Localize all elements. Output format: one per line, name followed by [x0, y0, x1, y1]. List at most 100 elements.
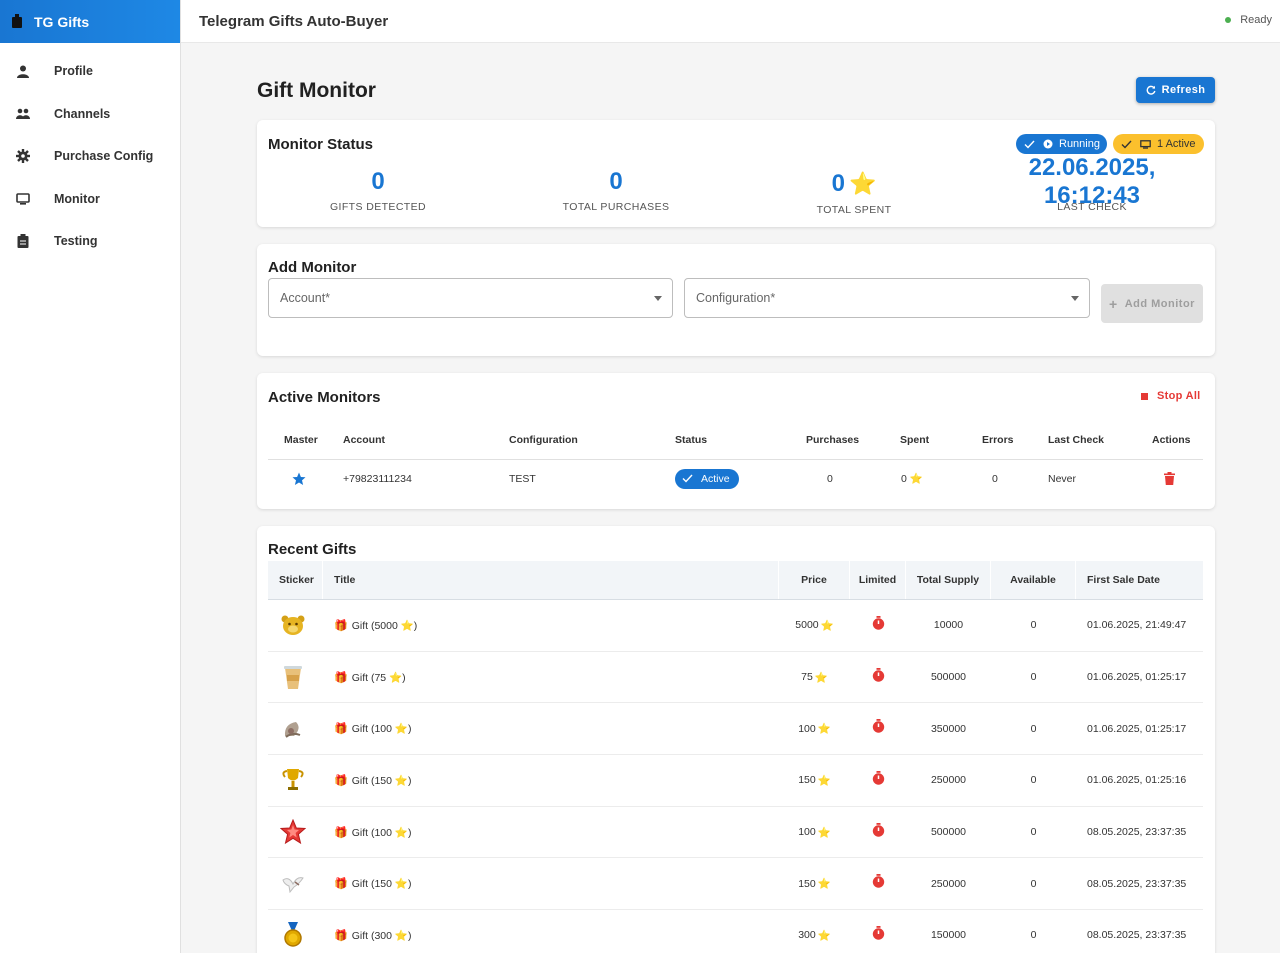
spent-value: 0: [901, 472, 907, 485]
gift-first-sale-date: 08.05.2025, 23:37:35: [1087, 877, 1187, 890]
sidebar-item-purchase-config[interactable]: Purchase Config: [0, 135, 180, 178]
column-header[interactable]: Price: [779, 561, 850, 599]
gift-price: 5000: [795, 619, 819, 632]
sidebar-item-label: Monitor: [54, 191, 100, 206]
play-circle-icon: [1043, 139, 1053, 149]
table-row[interactable]: 🎁 Gift (75 ⭐) 75 ⭐ 500000 0 01.06.2025, 01:25:…: [268, 652, 1203, 704]
gift-title: Gift (100 ⭐): [351, 826, 412, 839]
sidebar-item-channels[interactable]: Channels: [0, 93, 180, 136]
add-monitor-card: Add Monitor Account* Configuration* + Ad…: [257, 244, 1215, 356]
table-row[interactable]: 🎁 Gift (100 ⭐) 100 ⭐ 350000 0 01.06.2025, 01:2…: [268, 703, 1203, 756]
gift-icon: 🎁: [334, 929, 348, 942]
recent-gifts-card: Recent Gifts Sticker Title Price Limited…: [257, 526, 1215, 953]
table-row[interactable]: 🎁 Gift (100 ⭐) 100 ⭐ 500000 0 08.05.2025, 23:3…: [268, 807, 1203, 859]
sidebar-item-label: Profile: [54, 64, 93, 79]
star-icon: ⭐: [817, 723, 831, 736]
dropdown-caret-icon: [654, 296, 662, 301]
refresh-label: Refresh: [1161, 84, 1206, 96]
table-header: Master Account Configuration Status Purc…: [268, 420, 1203, 460]
check-icon: [1024, 140, 1035, 149]
refresh-button[interactable]: Refresh: [1136, 77, 1215, 103]
page-title: Gift Monitor: [257, 79, 376, 102]
gift-icon: 🎁: [334, 826, 348, 839]
gift-price: 100: [798, 722, 816, 735]
trophy-sticker-icon: [280, 767, 306, 793]
configuration-select[interactable]: Configuration*: [684, 278, 1090, 318]
account-select[interactable]: Account*: [268, 278, 673, 318]
gift-title: Gift (150 ⭐): [351, 774, 412, 787]
column-header[interactable]: Spent: [900, 420, 929, 459]
total-spent-value: 0: [831, 169, 845, 197]
gift-available: 0: [1030, 826, 1037, 839]
star-icon: ⭐: [820, 619, 834, 632]
star-icon: ⭐: [817, 774, 831, 787]
column-header[interactable]: Limited: [850, 561, 906, 599]
monitor-icon: [16, 192, 30, 206]
errors-cell: 0: [992, 472, 998, 485]
table-row[interactable]: 🎁 Gift (300 ⭐) 300 ⭐ 150000 0 08.05.2025, 23:3…: [268, 910, 1203, 953]
gift-total-supply: 500000: [930, 826, 967, 839]
column-header[interactable]: Status: [675, 420, 707, 459]
table-row[interactable]: 🎁 Gift (5000 ⭐) 5000 ⭐ 10000 0 01.06.2025, 21:…: [268, 600, 1203, 652]
column-header[interactable]: Sticker: [268, 561, 323, 599]
table-row[interactable]: 🎁 Gift (150 ⭐) 150 ⭐ 250000 0 01.06.2025, 01:2…: [268, 755, 1203, 807]
column-header[interactable]: Title: [323, 561, 779, 599]
column-header[interactable]: Purchases: [806, 420, 859, 459]
column-header[interactable]: Last Check: [1048, 420, 1104, 459]
gear-icon: [16, 149, 30, 164]
check-icon: [1121, 140, 1132, 149]
active-chip-label: 1 Active: [1157, 138, 1196, 150]
brand[interactable]: TG Gifts: [0, 0, 180, 43]
stop-icon: [1141, 392, 1148, 400]
gift-icon: [10, 14, 24, 30]
star-icon: ⭐: [848, 170, 877, 196]
gift-available: 0: [1030, 877, 1037, 890]
status-dot-icon: [1225, 17, 1232, 23]
column-header[interactable]: Master: [284, 420, 318, 459]
master-star-icon[interactable]: [292, 460, 306, 497]
timer-icon: [872, 667, 885, 682]
timer-icon: [872, 926, 885, 940]
delete-icon[interactable]: [1164, 460, 1175, 497]
recent-gifts-table: Sticker Title Price Limited Total Supply…: [268, 561, 1203, 953]
gift-available: 0: [1030, 671, 1037, 684]
gift-title: Gift (300 ⭐): [351, 929, 412, 942]
gift-price: 150: [798, 774, 816, 787]
sidebar-item-profile[interactable]: Profile: [0, 50, 180, 93]
column-header[interactable]: Total Supply: [906, 561, 991, 599]
table-row[interactable]: 🎁 Gift (150 ⭐) 150 ⭐ 250000 0 08.05.2025, 23:3…: [268, 858, 1203, 911]
add-monitor-title: Add Monitor: [268, 259, 357, 276]
gift-icon: 🎁: [334, 619, 348, 632]
account-select-placeholder: Account*: [280, 291, 331, 305]
stop-all-button[interactable]: Stop All: [1141, 390, 1201, 402]
gift-first-sale-date: 08.05.2025, 23:37:35: [1087, 929, 1187, 942]
bird-sticker-icon: [280, 871, 306, 897]
gift-available: 0: [1030, 619, 1037, 632]
gift-price: 150: [798, 877, 816, 890]
table-row: +79823111234 TEST Active 0 0 ⭐ 0 Never: [268, 460, 1203, 497]
gift-total-supply: 150000: [930, 929, 967, 942]
sidebar-item-label: Purchase Config: [54, 149, 154, 164]
column-header[interactable]: Available: [991, 561, 1076, 599]
active-monitors-title: Active Monitors: [268, 389, 381, 406]
sidebar-item-testing[interactable]: Testing: [0, 220, 180, 263]
purchases-cell: 0: [827, 472, 833, 485]
column-header[interactable]: Configuration: [509, 420, 578, 459]
app-title: Telegram Gifts Auto-Buyer: [199, 12, 389, 30]
status-badge: Active: [675, 468, 739, 489]
configuration-select-placeholder: Configuration*: [696, 291, 776, 305]
status-cell: Active: [675, 460, 739, 497]
column-header[interactable]: Actions: [1152, 420, 1191, 459]
column-header[interactable]: Errors: [982, 420, 1014, 459]
column-header[interactable]: Account: [343, 420, 385, 459]
add-monitor-button[interactable]: + Add Monitor: [1101, 284, 1203, 323]
star-icon: ⭐: [814, 671, 828, 684]
column-header[interactable]: First Sale Date: [1076, 561, 1203, 599]
sidebar-item-monitor[interactable]: Monitor: [0, 178, 180, 221]
monitor-icon: [1140, 139, 1151, 149]
timer-icon: [872, 771, 885, 785]
gift-total-supply: 350000: [930, 722, 967, 735]
stat-total-purchases: 0 TOTAL PURCHASES: [516, 168, 716, 213]
star-icon: ⭐: [817, 878, 831, 891]
stop-all-label: Stop All: [1157, 390, 1201, 402]
